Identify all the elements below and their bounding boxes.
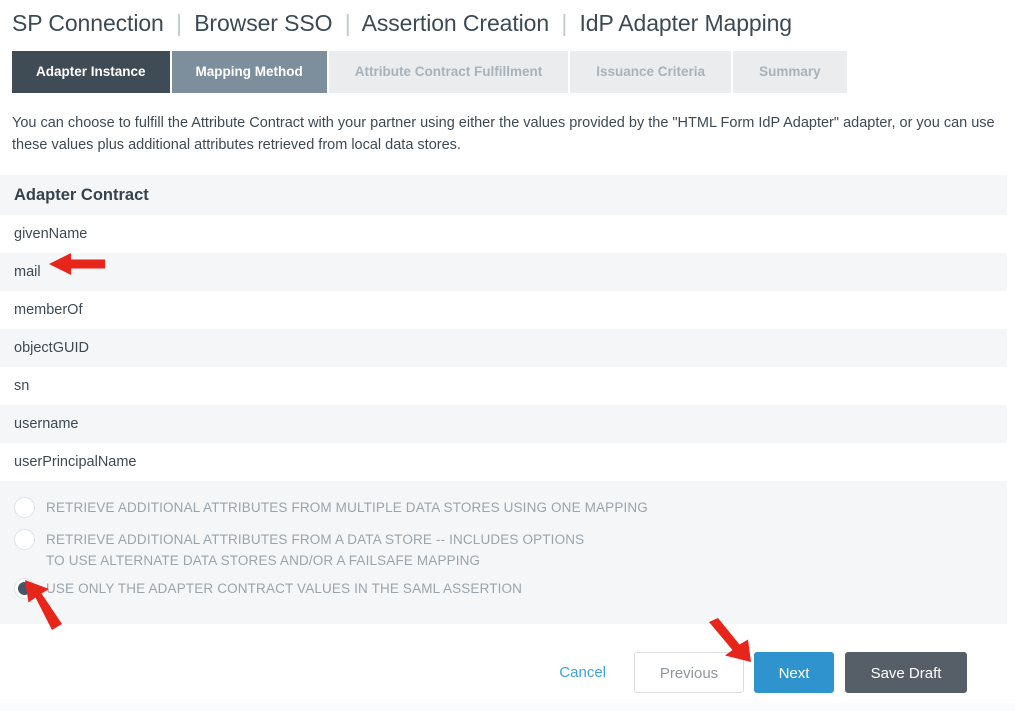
bottom-band [0, 703, 1015, 711]
radio-option-adapter-contract-only[interactable]: USE ONLY THE ADAPTER CONTRACT VALUES IN … [0, 574, 1007, 606]
table-row: givenName [0, 215, 1007, 253]
wizard-tab-bar: Adapter Instance Mapping Method Attribut… [0, 51, 1015, 93]
breadcrumb-item-sp-connection[interactable]: SP Connection [12, 10, 164, 36]
adapter-contract-table: Adapter Contract givenName mail memberOf… [0, 175, 1007, 481]
breadcrumb-separator: | [339, 10, 357, 36]
table-row: sn [0, 367, 1007, 405]
tab-mapping-method[interactable]: Mapping Method [172, 51, 327, 93]
breadcrumb-item-assertion-creation[interactable]: Assertion Creation [362, 10, 549, 36]
table-row: username [0, 405, 1007, 443]
tab-adapter-instance[interactable]: Adapter Instance [12, 51, 170, 93]
radio-option-label: USE ONLY THE ADAPTER CONTRACT VALUES IN … [46, 581, 522, 596]
cancel-button[interactable]: Cancel [545, 652, 620, 693]
table-row: memberOf [0, 291, 1007, 329]
previous-button[interactable]: Previous [634, 652, 744, 693]
radio-option-label: RETRIEVE ADDITIONAL ATTRIBUTES FROM MULT… [46, 500, 648, 515]
breadcrumb-item-idp-adapter-mapping: IdP Adapter Mapping [579, 10, 792, 36]
breadcrumb-separator: | [170, 10, 188, 36]
table-row: userPrincipalName [0, 443, 1007, 481]
page-description: You can choose to fulfill the Attribute … [12, 112, 1005, 156]
tab-attribute-contract-fulfillment[interactable]: Attribute Contract Fulfillment [329, 51, 569, 93]
table-row: objectGUID [0, 329, 1007, 367]
breadcrumb-separator: | [555, 10, 573, 36]
mapping-method-options: RETRIEVE ADDITIONAL ATTRIBUTES FROM MULT… [0, 481, 1007, 624]
tab-summary[interactable]: Summary [733, 51, 847, 93]
save-draft-button[interactable]: Save Draft [845, 652, 967, 693]
breadcrumb: SP Connection | Browser SSO | Assertion … [0, 0, 1015, 40]
next-button[interactable]: Next [754, 652, 834, 693]
breadcrumb-item-browser-sso[interactable]: Browser SSO [194, 10, 332, 36]
idp-adapter-mapping-page: SP Connection | Browser SSO | Assertion … [0, 0, 1015, 711]
tab-issuance-criteria[interactable]: Issuance Criteria [570, 51, 731, 93]
radio-icon[interactable] [14, 529, 35, 550]
radio-option-label-line2: TO USE ALTERNATE DATA STORES AND/OR A FA… [46, 550, 584, 571]
radio-option-single-data-store[interactable]: RETRIEVE ADDITIONAL ATTRIBUTES FROM A DA… [0, 525, 1007, 574]
radio-icon-selected[interactable] [14, 578, 35, 599]
radio-option-multiple-data-stores[interactable]: RETRIEVE ADDITIONAL ATTRIBUTES FROM MULT… [0, 493, 1007, 525]
table-row: mail [0, 253, 1007, 291]
radio-icon[interactable] [14, 497, 35, 518]
adapter-contract-header: Adapter Contract [0, 175, 1007, 215]
radio-option-label: RETRIEVE ADDITIONAL ATTRIBUTES FROM A DA… [46, 532, 584, 547]
